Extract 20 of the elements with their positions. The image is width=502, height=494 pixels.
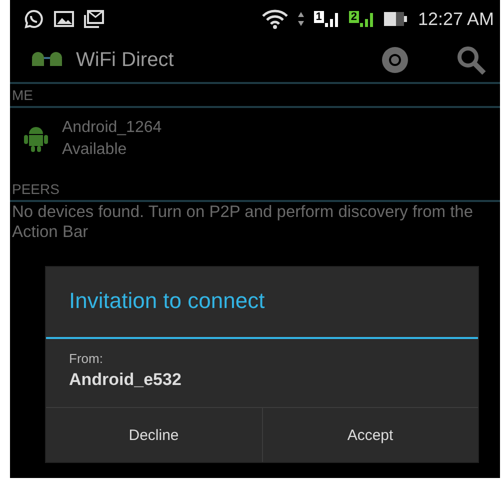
section-header: ME — [10, 84, 500, 108]
dialog-title: Invitation to connect — [46, 267, 478, 339]
from-label: From: — [69, 351, 104, 366]
image-icon — [54, 11, 74, 27]
sender-name: Android_e532 — [69, 370, 182, 390]
android-robot-icon — [24, 126, 48, 152]
app-icon[interactable] — [30, 52, 64, 68]
search-icon[interactable] — [456, 45, 486, 75]
envelope-icon — [84, 10, 104, 28]
app-title: WiFi Direct — [76, 48, 175, 72]
up-down-arrows-icon — [298, 12, 304, 26]
device-name: Android_1264 — [62, 119, 162, 137]
empty-message: No devices found. Turn on P2P and perform discovery from the Action Bar — [11, 202, 474, 242]
section-header: PEERS — [10, 178, 500, 202]
gear-icon[interactable] — [380, 45, 410, 75]
device-status: Available — [62, 141, 128, 159]
battery-icon — [384, 12, 408, 26]
clock-time: 12:27 AM — [418, 8, 494, 30]
chat-bubble-icon — [24, 9, 44, 29]
wifi-icon — [262, 9, 288, 29]
